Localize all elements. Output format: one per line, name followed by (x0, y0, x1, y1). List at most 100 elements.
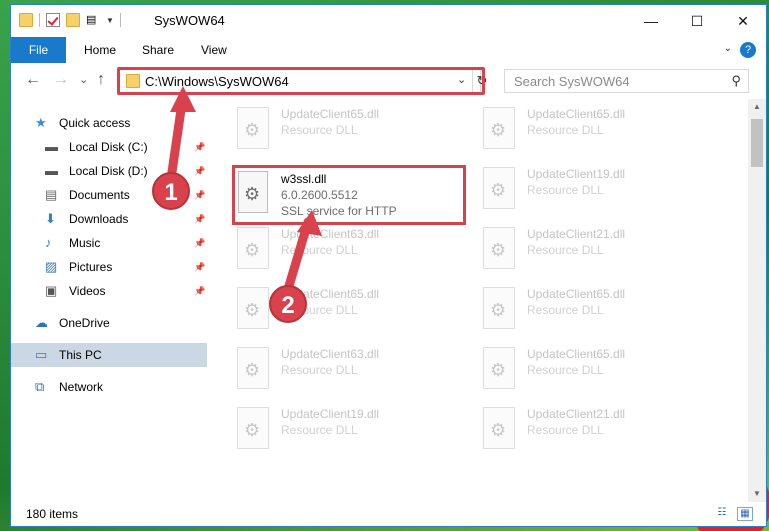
pin-icon[interactable]: 📌 (194, 262, 205, 273)
file-name: UpdateClient63.dll (281, 227, 380, 241)
recent-locations-button[interactable]: ⌄ (79, 73, 88, 86)
sidebar-item-this-pc[interactable]: ▭ This PC (11, 343, 207, 367)
file-name: UpdateClient19.dll (281, 407, 380, 421)
pin-icon[interactable]: 📌 (194, 286, 205, 297)
file-tile[interactable]: UpdateClient65.dll Resource DLL (453, 279, 688, 339)
sidebar-item-label: Videos (69, 284, 106, 298)
large-icons-view-icon[interactable]: ▦ (737, 507, 753, 521)
help-icon[interactable]: ? (740, 42, 756, 58)
window-controls: — ☐ ✕ (628, 5, 766, 37)
vertical-scrollbar[interactable]: ▲ ▼ (748, 99, 766, 502)
tab-file[interactable]: File (11, 37, 66, 63)
pin-icon[interactable]: 📌 (194, 142, 205, 153)
item-count: 180 items (26, 507, 79, 521)
dll-file-icon (237, 407, 269, 449)
sidebar-item-label: Pictures (69, 260, 113, 274)
forward-button[interactable]: → (53, 71, 69, 89)
sidebar-item-quick-access[interactable]: ★ Quick access (11, 111, 207, 135)
pin-icon[interactable]: 📌 (194, 166, 205, 177)
window-title: SysWOW64 (154, 13, 225, 28)
file-tile[interactable]: UpdateClient65.dllResource DLL (453, 99, 688, 159)
file-tile[interactable]: UpdateClient19.dll Resource DLL (207, 399, 442, 459)
file-tile[interactable]: UpdateClient21.dll Resource DLL (453, 219, 688, 279)
file-tile[interactable]: UpdateClient63.dll Resource DLL (207, 339, 442, 399)
file-name: UpdateClient21.dll (527, 227, 626, 241)
file-type: Resource DLL (527, 303, 604, 317)
file-tile[interactable]: UpdateClient63.dll Resource DLL (207, 219, 442, 279)
file-tile[interactable]: UpdateClient65.dllResource DLL (453, 339, 688, 399)
scroll-down-icon[interactable]: ▼ (748, 486, 766, 502)
search-box[interactable]: Search SysWOW64 ⚲ (504, 69, 749, 93)
highlighted-file-tile[interactable]: w3ssl.dll 6.0.2600.5512 SSL service for … (232, 165, 466, 225)
file-tile[interactable]: UpdateClient19.dll Resource DLL (453, 159, 688, 219)
star-icon: ★ (35, 115, 47, 130)
sidebar-item-label: Music (69, 236, 101, 250)
dll-file-icon (483, 227, 515, 269)
callout-1: 1 (152, 172, 190, 210)
sidebar-item-pictures[interactable]: ▨ Pictures 📌 (11, 255, 207, 279)
up-button[interactable]: ↑ (97, 71, 105, 89)
dll-file-icon (483, 347, 515, 389)
file-version: 6.0.2600.5512 (281, 188, 358, 202)
file-name: UpdateClient21.dll (527, 407, 626, 421)
file-tile[interactable]: UpdateClient65.dllResource DLL (207, 279, 442, 339)
file-name: UpdateClient65.dll (527, 287, 626, 301)
dll-file-icon (483, 167, 515, 209)
videos-icon: ▣ (45, 283, 58, 298)
sidebar-item-label: Documents (69, 188, 130, 202)
computer-icon: ▭ (35, 347, 48, 362)
drive-icon: ▬ (45, 163, 58, 178)
file-tile[interactable]: UpdateClient65.dllResource DLL (207, 99, 442, 159)
minimize-button[interactable]: — (628, 5, 674, 37)
sidebar-item-music[interactable]: ♪ Music 📌 (11, 231, 207, 255)
dll-file-icon (483, 407, 515, 449)
sidebar-item-network[interactable]: ⧉ Network (11, 375, 207, 399)
details-view-icon[interactable]: ☷ (715, 507, 729, 519)
sidebar-item-label: Local Disk (C:) (69, 140, 148, 154)
sidebar-item-videos[interactable]: ▣ Videos 📌 (11, 279, 207, 303)
close-button[interactable]: ✕ (720, 5, 766, 37)
file-type: Resource DLL (281, 423, 358, 437)
pin-icon[interactable]: 📌 (194, 214, 205, 225)
sidebar-item-onedrive[interactable]: ☁ OneDrive (11, 311, 207, 335)
dll-file-icon (237, 287, 269, 329)
file-type: Resource DLL (527, 183, 604, 197)
customize-toolbar-icon[interactable]: ▤ (86, 13, 100, 27)
file-name: UpdateClient63.dll (281, 347, 380, 361)
search-input[interactable]: Search SysWOW64 (514, 74, 630, 89)
sidebar-item-label: This PC (59, 348, 102, 362)
pin-icon[interactable]: 📌 (194, 238, 205, 249)
file-tile[interactable]: UpdateClient21.dll Resource DLL (453, 399, 688, 459)
sidebar-item-local-disk-c[interactable]: ▬ Local Disk (C:) 📌 (11, 135, 207, 159)
documents-icon: ▤ (45, 187, 58, 202)
file-type: Resource DLL (281, 243, 358, 257)
toolbar-dropdown-icon[interactable]: ▼ (106, 16, 114, 25)
scroll-up-icon[interactable]: ▲ (748, 99, 766, 115)
tab-view[interactable]: View (201, 37, 227, 63)
dll-file-icon (483, 107, 515, 149)
file-type: Resource DLL (527, 363, 604, 377)
maximize-button[interactable]: ☐ (674, 5, 720, 37)
sidebar-item-label: OneDrive (59, 316, 110, 330)
file-name: UpdateClient65.dll (527, 107, 626, 121)
back-button[interactable]: ← (25, 71, 41, 89)
sidebar-item-label: Quick access (59, 116, 131, 130)
scrollbar-thumb[interactable] (751, 119, 763, 167)
properties-icon[interactable] (46, 13, 60, 27)
new-folder-icon[interactable] (66, 13, 80, 27)
file-type: Resource DLL (281, 363, 358, 377)
download-icon: ⬇ (45, 211, 56, 226)
pin-icon[interactable]: 📌 (194, 190, 205, 201)
sidebar-item-label: Downloads (69, 212, 129, 226)
sidebar-item-label: Network (59, 380, 104, 394)
sidebar-item-downloads[interactable]: ⬇ Downloads 📌 (11, 207, 207, 231)
expand-ribbon-icon[interactable]: ⌄ (724, 43, 732, 54)
address-highlight-box (117, 67, 485, 95)
ribbon-tabs: File Home Share View ⌄ ? (11, 37, 766, 64)
tab-share[interactable]: Share (142, 37, 174, 63)
cloud-icon: ☁ (35, 315, 48, 330)
file-type: Resource DLL (527, 423, 604, 437)
tab-home[interactable]: Home (84, 37, 116, 63)
quick-access-toolbar: ▤ ▼ (19, 13, 121, 27)
explorer-window: ▤ ▼ SysWOW64 — ☐ ✕ File Home Share View … (10, 4, 767, 527)
